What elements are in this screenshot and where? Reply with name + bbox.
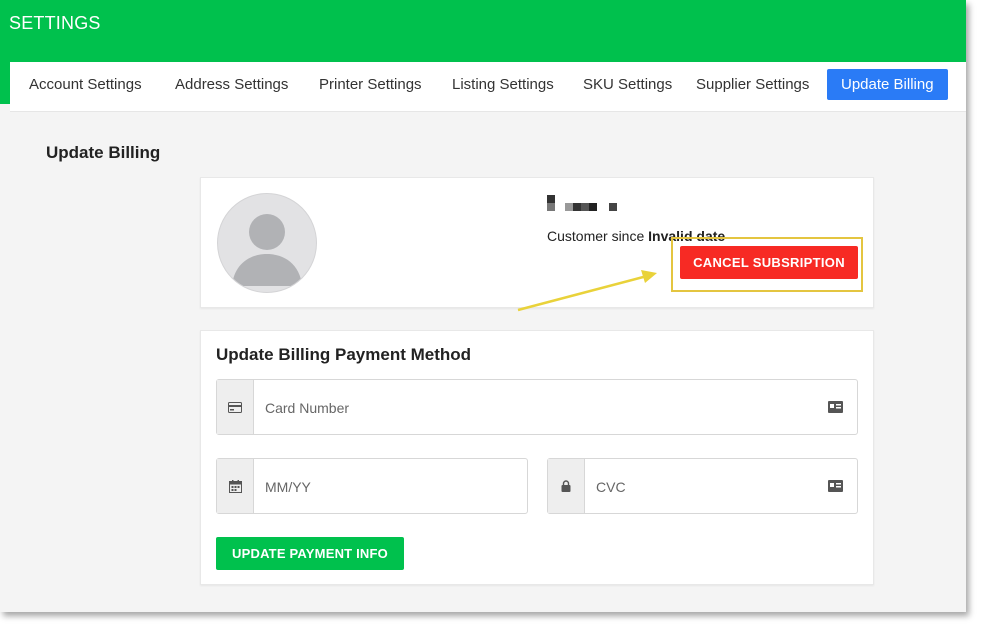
cvc-input[interactable]: [594, 459, 818, 515]
update-payment-info-button[interactable]: UPDATE PAYMENT INFO: [216, 537, 404, 570]
tab-address-settings[interactable]: Address Settings: [175, 76, 288, 93]
page-title: Update Billing: [46, 143, 161, 162]
tab-sku-settings[interactable]: SKU Settings: [583, 76, 672, 93]
lock-icon: [548, 459, 585, 513]
id-card-icon: [828, 400, 843, 418]
credit-card-icon: [217, 380, 254, 434]
cancel-subscription-button[interactable]: CANCEL SUBSRIPTION: [680, 246, 858, 279]
payment-method-card: Update Billing Payment Method Card Numbe…: [200, 330, 874, 585]
annotation-arrow-icon: [517, 270, 657, 312]
tab-account-settings[interactable]: Account Settings: [29, 76, 142, 93]
tab-update-billing[interactable]: Update Billing: [827, 69, 948, 100]
top-header-bar: SETTINGS: [0, 0, 966, 62]
app-title: SETTINGS: [9, 13, 101, 33]
customer-since-label: Customer since: [547, 228, 645, 244]
tab-listing-settings[interactable]: Listing Settings: [452, 76, 554, 93]
calendar-icon: [217, 459, 254, 513]
tab-supplier-settings[interactable]: Supplier Settings: [696, 76, 809, 93]
user-silhouette-icon: [232, 214, 302, 286]
card-number-group: [216, 379, 858, 436]
expiry-group: [216, 458, 528, 515]
id-card-icon: [828, 479, 843, 497]
redacted-customer-name: [547, 195, 617, 211]
cvc-group: [547, 458, 858, 515]
avatar: [217, 193, 317, 293]
settings-tabs: Account Settings Address Settings Printe…: [10, 62, 966, 112]
expiry-input[interactable]: [263, 459, 517, 515]
header-accent-strip: [0, 62, 10, 104]
card-number-input[interactable]: [263, 380, 827, 436]
app-window: SETTINGS Account Settings Address Settin…: [0, 0, 966, 612]
tab-printer-settings[interactable]: Printer Settings: [319, 76, 422, 93]
payment-method-heading: Update Billing Payment Method: [216, 345, 472, 364]
